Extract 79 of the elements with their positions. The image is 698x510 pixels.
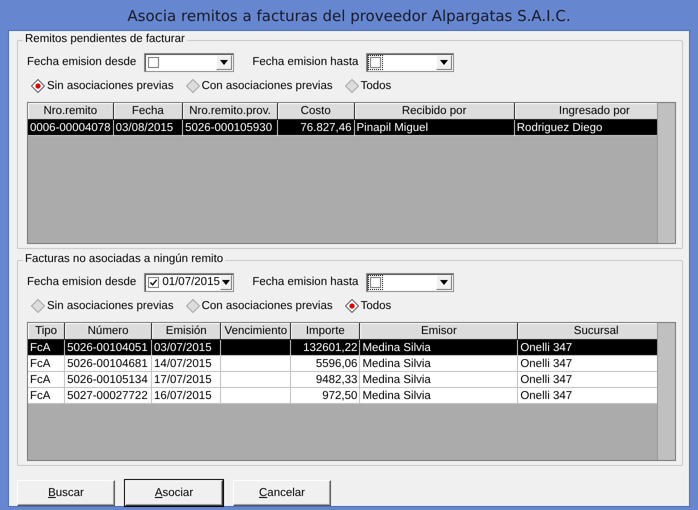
dialog-button[interactable]: Asociar (125, 480, 223, 506)
table-cell: 9482,33 (316, 374, 358, 386)
table-cell: Onelli 347 (520, 358, 572, 370)
column-header[interactable]: Número (64, 323, 152, 340)
field-label: Fecha emision desde (27, 56, 136, 68)
dialog-button[interactable]: Cancelar (233, 480, 331, 506)
radio-button[interactable] (186, 79, 200, 93)
table-cell: Medina Silvia (362, 390, 431, 402)
group-legend: Remitos pendientes de facturar (23, 33, 187, 45)
table-cell: 0006-00004078 (30, 122, 111, 134)
table-cell: 5027-00027722 (67, 390, 148, 402)
table-cell: 5026-00104051 (67, 342, 148, 354)
column-header[interactable]: Emisor (360, 323, 518, 340)
date-picker[interactable] (366, 52, 454, 72)
checkbox[interactable] (148, 56, 160, 68)
radio-label[interactable]: Sin asociaciones previas (47, 300, 174, 312)
column-header[interactable]: Importe (290, 323, 360, 340)
group-legend: Facturas no asociadas a ningún remito (23, 253, 226, 265)
table-cell: Onelli 347 (520, 390, 572, 402)
table-row[interactable]: FcA 5026-00105134 17/07/2015 9482,33 Medina Silvia Onelli 347 (28, 372, 674, 388)
column-header[interactable]: Tipo (28, 323, 65, 340)
table-row[interactable]: 0006-00004078 03/08/2015 5026-000105930 76.827,46 Pinapil Miguel Rodriguez Diego (28, 120, 674, 136)
date-value: 01/07/2015 (162, 276, 220, 288)
table-cell: Pinapil Miguel (356, 122, 428, 134)
table-row[interactable]: FcA 5026-00104051 03/07/2015 132601,22 Medina Silvia Onelli 347 (28, 340, 674, 356)
table-cell: 132601,22 (303, 342, 358, 354)
column-header[interactable]: Vencimiento (220, 323, 291, 340)
table-cell: Rodriguez Diego (516, 122, 602, 134)
column-header[interactable]: Emisión (152, 323, 221, 340)
table-row[interactable]: FcA 5026-00104681 14/07/2015 5596,06 Medina Silvia Onelli 347 (28, 356, 674, 372)
checkbox[interactable] (370, 56, 382, 68)
table-cell: FcA (30, 342, 50, 354)
table-cell: 972,50 (322, 390, 358, 402)
table-cell: FcA (30, 374, 50, 386)
table-cell: 5026-00105134 (67, 374, 148, 386)
checkbox[interactable] (370, 276, 382, 288)
table-cell: Onelli 347 (520, 342, 572, 354)
column-header[interactable]: Costo (277, 103, 354, 120)
scrollbar[interactable] (657, 323, 675, 460)
table-cell: FcA (30, 358, 50, 370)
window-title: Asocia remitos a facturas del proveedor Alpargatas S.A.I.C. (126, 6, 572, 27)
field-label: Fecha emision desde (27, 276, 136, 288)
radio-label[interactable]: Todos (360, 300, 392, 312)
date-picker[interactable]: 01/07/2015 (144, 272, 234, 292)
radio-button[interactable] (344, 299, 359, 313)
date-picker[interactable] (366, 272, 454, 292)
field-label: Fecha emision hasta (252, 56, 358, 68)
scrollbar[interactable] (657, 103, 675, 243)
table-cell: Medina Silvia (362, 358, 431, 370)
table-row[interactable]: FcA 5027-00027722 16/07/2015 972,50 Medina Silvia Onelli 347 (28, 388, 674, 404)
table-cell: 76.827,46 (300, 122, 352, 134)
table-cell: Medina Silvia (362, 374, 431, 386)
table-cell: 5026-00104681 (67, 358, 148, 370)
column-header[interactable]: Fecha (113, 103, 183, 120)
dialog-button[interactable]: Buscar (17, 480, 115, 506)
radio-button[interactable] (186, 299, 200, 313)
table-cell: 17/07/2015 (154, 374, 212, 386)
column-header[interactable]: Nro.remito (28, 103, 114, 120)
table-cell: FcA (30, 390, 50, 402)
radio-label[interactable]: Con asociaciones previas (202, 80, 333, 92)
table-cell: 5596,06 (316, 358, 358, 370)
table-cell: Onelli 347 (520, 374, 572, 386)
radio-button[interactable] (31, 299, 45, 313)
table-cell: 03/07/2015 (154, 342, 212, 354)
column-header[interactable]: Nro.remito.prov. (182, 103, 278, 120)
table-cell: 5026-000105930 (185, 122, 272, 134)
table-cell: 14/07/2015 (154, 358, 212, 370)
table-cell: Medina Silvia (362, 342, 431, 354)
table-cell: 16/07/2015 (154, 390, 212, 402)
field-label: Fecha emision hasta (252, 276, 358, 288)
radio-button[interactable] (344, 79, 359, 93)
radio-label[interactable]: Con asociaciones previas (202, 300, 333, 312)
checkbox[interactable] (148, 276, 160, 288)
radio-button[interactable] (31, 79, 45, 93)
radio-label[interactable]: Todos (360, 80, 392, 92)
column-header[interactable]: Recibido por (354, 103, 514, 120)
radio-label[interactable]: Sin asociaciones previas (47, 80, 174, 92)
date-picker[interactable] (144, 52, 234, 72)
table-cell: 03/08/2015 (116, 122, 174, 134)
